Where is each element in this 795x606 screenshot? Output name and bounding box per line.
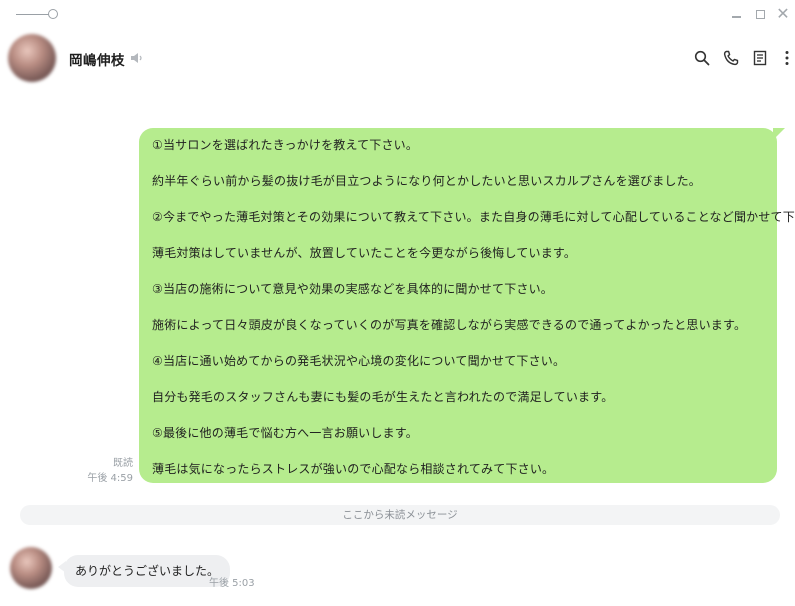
pin-icon[interactable]	[16, 9, 58, 21]
message-timestamp: 午後 4:59	[87, 473, 133, 484]
message-timestamp: 午後 5:03	[209, 578, 255, 589]
message-line: ①当サロンを選ばれたきっかけを教えて下さい。	[152, 138, 419, 152]
message-line: 約半年ぐらい前から髪の抜け毛が目立つようになり何とかしたいと思いスカルプさんを選…	[152, 174, 702, 188]
message-line: 薄毛対策はしていませんが、放置していたことを今更ながら後悔しています。	[152, 246, 577, 260]
chat-window: ✕ 岡嶋伸枝 ①当サロンを選ばれたきっかけを教えて下さい。 約半年ぐらい前から髪…	[0, 0, 795, 606]
message-line: ⑤最後に他の薄毛で悩む方へ一言お願いします。	[152, 426, 418, 440]
outgoing-message-bubble[interactable]: ①当サロンを選ばれたきっかけを教えて下さい。 約半年ぐらい前から髪の抜け毛が目立…	[139, 128, 795, 483]
notes-icon[interactable]	[750, 48, 770, 68]
message-line: 施術によって日々頭皮が良くなっていくのが写真を確認しながら実感できるので通ってよ…	[152, 318, 747, 332]
avatar[interactable]	[8, 34, 56, 82]
message-line: ②今までやった薄毛対策とその効果について教えて下さい。また自身の薄毛に対して心配…	[152, 210, 795, 224]
message-line: 薄毛は気になったらストレスが強いので心配なら相談されてみて下さい。	[152, 462, 555, 476]
maximize-icon[interactable]	[752, 6, 768, 22]
more-icon[interactable]	[777, 48, 795, 68]
message-line: ④当店に通い始めてからの発毛状況や心境の変化について聞かせて下さい。	[152, 354, 566, 368]
close-icon[interactable]: ✕	[775, 6, 791, 22]
message-line: 自分も発毛のスタッフさんも妻にも髪の毛が生えたと言われたので満足しています。	[152, 390, 614, 404]
message-line: ③当店の施術について意見や効果の実感などを具体的に聞かせて下さい。	[152, 282, 554, 296]
search-icon[interactable]	[692, 48, 712, 68]
incoming-message-bubble[interactable]: ありがとうございました。	[57, 555, 231, 587]
phone-icon[interactable]	[721, 48, 741, 68]
message-text: ①当サロンを選ばれたきっかけを教えて下さい。 約半年ぐらい前から髪の抜け毛が目立…	[152, 137, 795, 497]
minimize-icon[interactable]	[728, 6, 744, 22]
mute-icon	[131, 53, 142, 63]
sender-avatar[interactable]	[10, 547, 52, 589]
unread-divider: ここから未読メッセージ	[20, 505, 780, 525]
contact-name[interactable]: 岡嶋伸枝	[69, 49, 125, 69]
read-status: 既読	[113, 458, 133, 469]
